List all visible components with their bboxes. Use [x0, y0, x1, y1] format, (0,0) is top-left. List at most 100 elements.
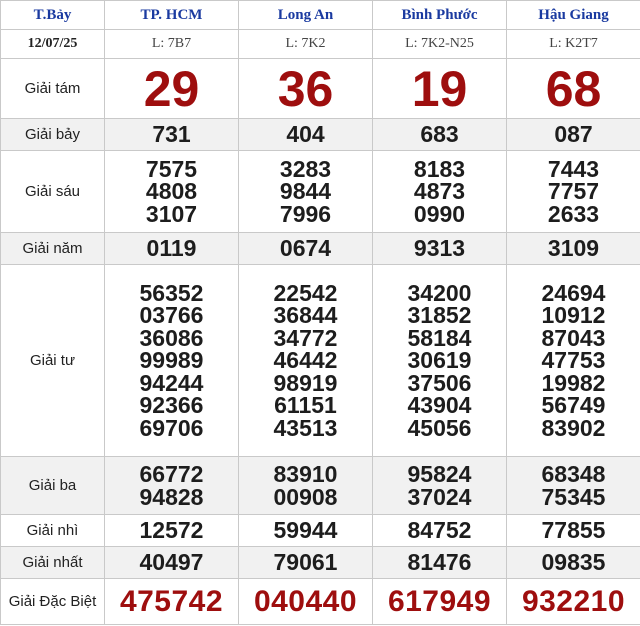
prize-label: Giải tư [1, 265, 105, 457]
prize-row-1: Giải nhất 40497 79061 81476 09835 [1, 547, 640, 579]
prize-number: 46442 [239, 349, 372, 372]
prize-number: 7996 [239, 203, 372, 226]
prize-number: 34200 [373, 282, 506, 305]
special-prize-number: 475742 [105, 582, 238, 622]
special-prize-number: 040440 [239, 582, 372, 622]
prize-number: 7757 [507, 180, 640, 203]
prize-row-7: Giải bảy 731 404 683 087 [1, 119, 640, 151]
prize-number: 00908 [239, 486, 372, 509]
prize-number: 94828 [105, 486, 238, 509]
prize-number: 9313 [373, 237, 506, 260]
prize-label: Giải Đặc Biệt [1, 579, 105, 625]
prize-number: 36844 [239, 304, 372, 327]
prize-number: 404 [239, 123, 372, 146]
prize-number: 4873 [373, 180, 506, 203]
prize-number: 0990 [373, 203, 506, 226]
ticket-code-hcm: L: 7B7 [105, 30, 239, 59]
prize-number: 77855 [507, 519, 640, 542]
prize-number: 19982 [507, 372, 640, 395]
prize-number: 12572 [105, 519, 238, 542]
prize-number: 94244 [105, 372, 238, 395]
prize-number: 43904 [373, 394, 506, 417]
lottery-results-table: T.Bảy TP. HCM Long An Bình Phước Hậu Gia… [0, 0, 640, 625]
prize-number: 2633 [507, 203, 640, 226]
prize-number: 56352 [105, 282, 238, 305]
prize-number: 66772 [105, 463, 238, 486]
prize-row-2: Giải nhì 12572 59944 84752 77855 [1, 515, 640, 547]
prize-number: 68348 [507, 463, 640, 486]
province-name-hcm[interactable]: TP. HCM [105, 1, 239, 30]
prize-number: 43513 [239, 417, 372, 440]
prize-row-6: Giải sáu 7575 4808 3107 3283 9844 7996 8… [1, 151, 640, 233]
ticket-code-binh-phuoc: L: 7K2-N25 [373, 30, 507, 59]
prize-number: 19 [373, 61, 506, 117]
draw-date: 12/07/25 [1, 30, 105, 59]
ticket-code-long-an: L: 7K2 [239, 30, 373, 59]
prize-number: 47753 [507, 349, 640, 372]
prize-number: 34772 [239, 327, 372, 350]
prize-number: 9844 [239, 180, 372, 203]
prize-number: 03766 [105, 304, 238, 327]
prize-number: 84752 [373, 519, 506, 542]
prize-number: 69706 [105, 417, 238, 440]
prize-number: 8183 [373, 158, 506, 181]
prize-number: 37024 [373, 486, 506, 509]
prize-label: Giải nhất [1, 547, 105, 579]
prize-number: 22542 [239, 282, 372, 305]
prize-number: 3283 [239, 158, 372, 181]
prize-number: 31852 [373, 304, 506, 327]
prize-number: 30619 [373, 349, 506, 372]
prize-number: 24694 [507, 282, 640, 305]
prize-number: 40497 [105, 551, 238, 574]
prize-number: 75345 [507, 486, 640, 509]
prize-number: 36 [239, 61, 372, 117]
weekday-label: T.Bảy [1, 1, 105, 30]
prize-number: 83910 [239, 463, 372, 486]
prize-label: Giải sáu [1, 151, 105, 233]
prize-row-8: Giải tám 29 36 19 68 [1, 59, 640, 119]
province-name-hau-giang[interactable]: Hậu Giang [507, 1, 640, 30]
prize-number: 3107 [105, 203, 238, 226]
prize-number: 58184 [373, 327, 506, 350]
prize-number: 0674 [239, 237, 372, 260]
prize-row-4: Giải tư 56352 03766 36086 99989 94244 92… [1, 265, 640, 457]
prize-label: Giải nhì [1, 515, 105, 547]
prize-row-special: Giải Đặc Biệt 475742 040440 617949 93221… [1, 579, 640, 625]
prize-number: 56749 [507, 394, 640, 417]
prize-number: 79061 [239, 551, 372, 574]
special-prize-number: 932210 [507, 582, 640, 622]
prize-number: 10912 [507, 304, 640, 327]
prize-number: 68 [507, 61, 640, 117]
prize-number: 7443 [507, 158, 640, 181]
prize-number: 37506 [373, 372, 506, 395]
prize-label: Giải ba [1, 457, 105, 515]
prize-number: 59944 [239, 519, 372, 542]
prize-number: 0119 [105, 237, 238, 260]
prize-number: 4808 [105, 180, 238, 203]
prize-number: 087 [507, 123, 640, 146]
province-header-row: T.Bảy TP. HCM Long An Bình Phước Hậu Gia… [1, 1, 640, 30]
province-name-binh-phuoc[interactable]: Bình Phước [373, 1, 507, 30]
prize-label: Giải năm [1, 233, 105, 265]
prize-number: 99989 [105, 349, 238, 372]
prize-number: 98919 [239, 372, 372, 395]
prize-number: 36086 [105, 327, 238, 350]
prize-number: 45056 [373, 417, 506, 440]
prize-number: 731 [105, 123, 238, 146]
prize-number: 92366 [105, 394, 238, 417]
prize-number: 61151 [239, 394, 372, 417]
prize-row-3: Giải ba 66772 94828 83910 00908 95824 37… [1, 457, 640, 515]
prize-number: 87043 [507, 327, 640, 350]
prize-number: 95824 [373, 463, 506, 486]
prize-label: Giải tám [1, 59, 105, 119]
prize-number: 7575 [105, 158, 238, 181]
ticket-code-hau-giang: L: K2T7 [507, 30, 640, 59]
province-name-long-an[interactable]: Long An [239, 1, 373, 30]
prize-row-5: Giải năm 0119 0674 9313 3109 [1, 233, 640, 265]
prize-label: Giải bảy [1, 119, 105, 151]
prize-number: 09835 [507, 551, 640, 574]
prize-number: 81476 [373, 551, 506, 574]
special-prize-number: 617949 [373, 582, 506, 622]
prize-number: 29 [105, 61, 238, 117]
prize-number: 83902 [507, 417, 640, 440]
